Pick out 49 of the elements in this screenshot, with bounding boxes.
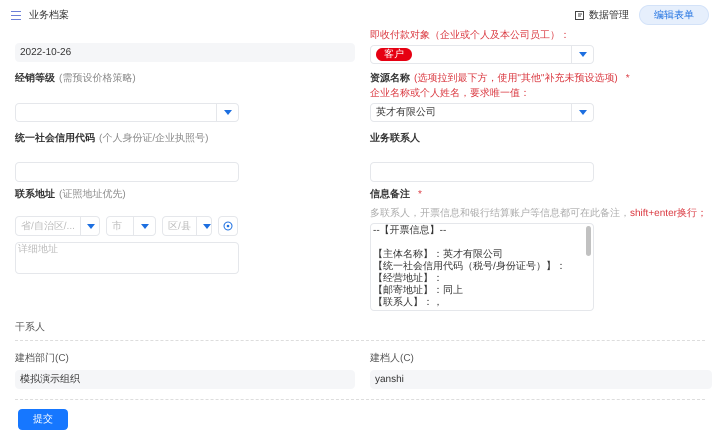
- menu-icon[interactable]: [11, 10, 21, 20]
- caret-icon: [87, 224, 96, 228]
- caret-icon: [578, 52, 586, 57]
- field-hint: (证照地址优先): [59, 188, 126, 202]
- text-line: 【主体名称】：英才有限公司: [373, 249, 504, 260]
- select-field[interactable]: 英才有限公司: [370, 103, 594, 122]
- text-line: --【开票信息】--: [373, 225, 448, 237]
- tag: 客户: [376, 48, 412, 61]
- field-label: 联系地址: [15, 188, 55, 202]
- locate-icon: [223, 221, 233, 231]
- caret-icon: [140, 224, 148, 228]
- date-field: 2022-10-26: [15, 43, 355, 62]
- field-label: 统一社会信用代码: [15, 132, 95, 146]
- field-label: 建档部门(C): [15, 352, 70, 366]
- caret-icon: [578, 110, 586, 115]
- readonly-field: 模拟演示组织: [15, 370, 355, 389]
- locate-button[interactable]: [218, 216, 238, 236]
- field-label: 经销等级: [15, 72, 55, 86]
- caret-icon: [203, 224, 212, 228]
- section-title: 干系人: [15, 320, 705, 341]
- text-line: 【统一社会信用代码（税号/身份证号）】：: [373, 261, 567, 272]
- field-label: 业务联系人: [370, 132, 420, 146]
- edit-form-button[interactable]: 编辑表单: [639, 5, 709, 25]
- field-label: 信息备注: [370, 188, 410, 202]
- page-title: 业务档案: [29, 8, 69, 22]
- field-hint: (个人身份证/企业执照号): [99, 132, 208, 146]
- notes-textarea[interactable]: --【开票信息】-- 【主体名称】：英才有限公司 【统一社会信用代码（税号/身份证号）】： 【经营地址】： 【邮寄地址】：同上 【联系人】：，: [370, 223, 594, 311]
- required-mark: *: [626, 72, 630, 86]
- select-field[interactable]: [15, 103, 239, 122]
- scrollbar-thumb[interactable]: [586, 226, 591, 256]
- input-field[interactable]: [15, 162, 239, 182]
- field-label: 资源名称: [370, 72, 410, 86]
- text-line: 【邮寄地址】：同上: [373, 285, 464, 296]
- field-hint: (选项拉到最下方，使用"其他"补充未预设选项): [414, 72, 618, 86]
- select-field[interactable]: 客户: [370, 45, 594, 64]
- submit-button[interactable]: 提交: [18, 409, 68, 430]
- text-line: 【联系人】：，: [373, 297, 444, 309]
- field-sublabel: 即收付款对象（企业或个人及本公司员工）：: [370, 30, 571, 42]
- field-label: 建档人(C): [370, 352, 415, 366]
- field-sublabel: 多联系人，开票信息和银行结算账户等信息都可在此备注，shift+enter换行；: [370, 208, 708, 220]
- field-hint: (需预设价格策略): [59, 72, 136, 86]
- table-icon: [575, 10, 584, 20]
- input-field[interactable]: [370, 162, 594, 182]
- data-management-button[interactable]: 数据管理: [575, 8, 629, 22]
- field-sublabel: 企业名称或个人姓名，要求唯一值：: [370, 88, 531, 100]
- readonly-field: yanshi: [370, 370, 712, 389]
- required-mark: *: [418, 188, 422, 202]
- caret-icon: [224, 110, 232, 115]
- text-line: 【经营地址】：: [373, 273, 444, 284]
